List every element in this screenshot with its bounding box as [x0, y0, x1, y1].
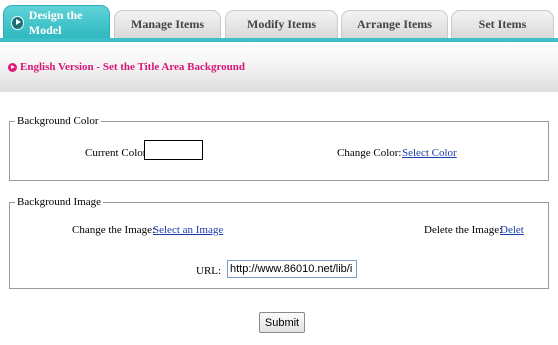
url-input[interactable]: http://www.86010.net/lib/i [227, 260, 357, 278]
background-image-legend: Background Image [15, 196, 103, 208]
play-circle-icon [8, 63, 17, 72]
current-color-swatch[interactable] [144, 140, 203, 160]
background-image-fieldset: Background Image Change the Image: Selec… [9, 196, 549, 289]
change-color-label: Change Color: [337, 147, 402, 159]
tab-label: Design the Model [28, 7, 83, 37]
background-color-legend: Background Color [15, 115, 101, 127]
change-image-label: Change the Image: [72, 224, 156, 236]
delete-image-link[interactable]: Delet [500, 224, 524, 236]
current-color-label: Current Color: [85, 147, 150, 159]
background-color-fieldset: Background Color Current Color: Change C… [9, 115, 549, 181]
select-image-link[interactable]: Select an Image [153, 224, 223, 236]
play-circle-icon [11, 15, 24, 30]
submit-button[interactable]: Submit [259, 312, 305, 333]
title-area: English Version - Set the Title Area Bac… [0, 42, 558, 92]
tab-label: Manage Items [131, 17, 204, 31]
select-color-link[interactable]: Select Color [402, 147, 457, 159]
tab-design-the-model[interactable]: Design the Model [3, 5, 110, 39]
url-label: URL: [196, 265, 222, 277]
tab-set-items[interactable]: Set Items [451, 10, 554, 38]
page-title: English Version - Set the Title Area Bac… [20, 61, 246, 73]
tab-label: Modify Items [247, 17, 316, 31]
tab-manage-items[interactable]: Manage Items [114, 10, 221, 38]
tab-modify-items[interactable]: Modify Items [225, 10, 338, 38]
tab-label: Set Items [478, 17, 527, 31]
tab-arrange-items[interactable]: Arrange Items [341, 10, 448, 38]
tab-label: Arrange Items [357, 17, 432, 31]
delete-image-label: Delete the Image: [424, 224, 503, 236]
tab-bar: Design the Model Manage Items Modify Ite… [0, 0, 558, 42]
